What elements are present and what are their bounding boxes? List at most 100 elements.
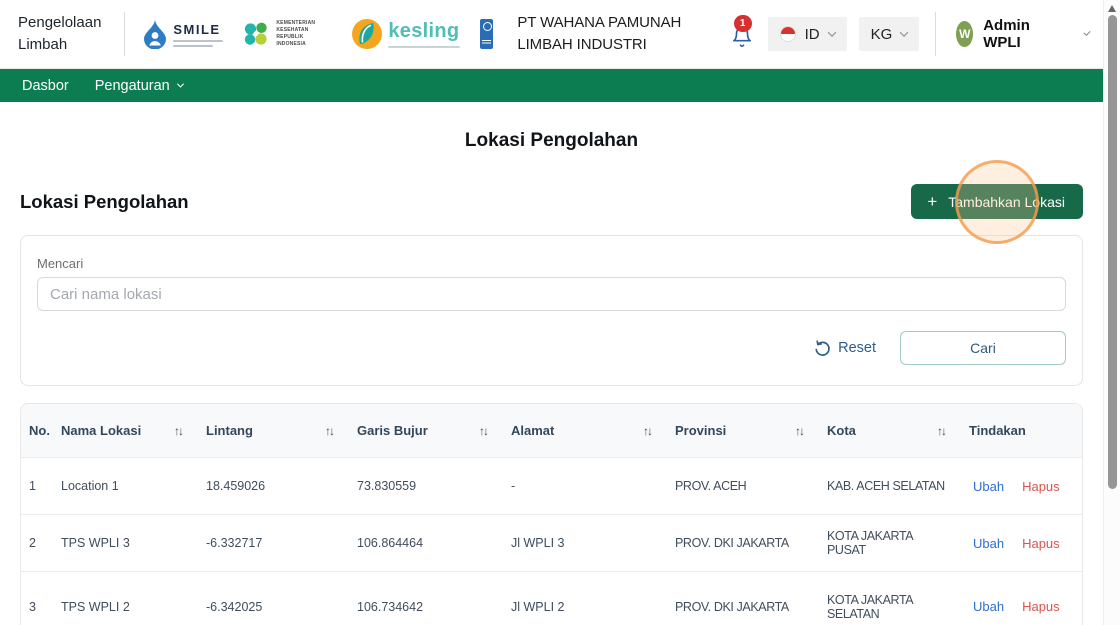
section-header-row: Lokasi Pengolahan + Tambahkan Lokasi [20, 159, 1083, 244]
partner-logos: SMILE KEMENTERIAN KESEHATAN REPUBLIK IND… [143, 19, 494, 49]
locations-table: No. Nama Lokasi ↑↓ Lintang ↑↓ Garis Buju… [20, 403, 1083, 625]
user-name: Admin WPLI [983, 17, 1030, 51]
cell-no: 2 [29, 536, 36, 550]
edit-link[interactable]: Ubah [973, 536, 1004, 551]
chevron-down-icon [827, 28, 836, 37]
smile-drop-icon [143, 19, 167, 49]
plus-icon: + [927, 192, 938, 211]
scrollbar-thumb[interactable] [1107, 15, 1117, 489]
kesling-logo: kesling [352, 19, 461, 49]
cell-kota: KOTA JAKARTA SELATAN [827, 592, 913, 621]
smile-tagline-2 [173, 44, 214, 47]
cell-garis-bujur: 106.864464 [357, 536, 424, 550]
kemenkes-clover-icon [243, 21, 270, 48]
main-navbar: Dasbor Pengaturan [0, 69, 1103, 102]
cell-alamat: Jl WPLI 3 [511, 536, 565, 550]
col-lintang[interactable]: Lintang ↑↓ [206, 423, 357, 438]
cell-nama-lokasi: Location 1 [61, 479, 119, 493]
notification-badge: 1 [733, 15, 752, 32]
vertical-scrollbar[interactable] [1103, 0, 1120, 625]
table-row: 1 Location 1 18.459026 73.830559 - PROV.… [21, 457, 1082, 514]
table-row: 2 TPS WPLI 3 -6.332717 106.864464 Jl WPL… [21, 514, 1082, 571]
unit-select[interactable]: KG [858, 17, 920, 51]
top-header: Pengelolaan Limbah SMILE KEMENTERIAN KES… [0, 0, 1103, 69]
cell-nama-lokasi: TPS WPLI 2 [61, 599, 130, 614]
chevron-down-icon [900, 28, 909, 37]
search-panel: Mencari Reset Cari [20, 235, 1083, 386]
language-select[interactable]: ID [767, 17, 847, 51]
refresh-icon [814, 339, 831, 357]
notifications-button[interactable]: 1 [728, 15, 756, 49]
company-name: PT WAHANA PAMUNAH LIMBAH INDUSTRI [517, 13, 682, 54]
cell-tindakan: Ubah Hapus [969, 536, 1082, 551]
kemenkes-wordmark: KEMENTERIAN KESEHATAN REPUBLIK INDONESIA [276, 19, 316, 48]
scroll-up-arrow-icon[interactable] [1108, 5, 1116, 12]
chevron-down-icon [176, 80, 184, 88]
cell-provinsi: PROV. DKI JAKARTA [675, 536, 789, 550]
cell-lintang: 18.459026 [206, 479, 266, 493]
page-title: Lokasi Pengolahan [464, 130, 639, 151]
edit-link[interactable]: Ubah [973, 479, 1004, 494]
cell-alamat: Jl WPLI 2 [511, 599, 565, 614]
indonesia-flag-icon [779, 26, 796, 42]
search-actions: Reset Cari [37, 331, 1066, 365]
header-divider-2 [935, 12, 937, 56]
reset-button[interactable]: Reset [814, 339, 876, 357]
table-header-row: No. Nama Lokasi ↑↓ Lintang ↑↓ Garis Buju… [21, 404, 1082, 457]
cell-lintang: -6.342025 [206, 599, 263, 614]
col-provinsi[interactable]: Provinsi ↑↓ [675, 423, 827, 438]
cell-kota: KAB. ACEH SELATAN [827, 479, 945, 493]
search-input[interactable] [37, 277, 1066, 311]
unit-code: KG [870, 25, 893, 43]
cell-nama-lokasi: TPS WPLI 3 [61, 536, 130, 550]
cell-garis-bujur: 106.734642 [357, 599, 424, 614]
nav-item-dasbor[interactable]: Dasbor [22, 78, 69, 94]
table-row: 3 TPS WPLI 2 -6.342025 106.734642 Jl WPL… [21, 571, 1082, 625]
sort-icon[interactable]: ↑↓ [174, 424, 184, 438]
smile-tagline [173, 39, 224, 42]
user-menu[interactable]: W Admin WPLI [956, 17, 1040, 51]
sort-icon[interactable]: ↑↓ [795, 424, 805, 438]
cell-provinsi: PROV. DKI JAKARTA [675, 599, 789, 614]
cell-kota: KOTA JAKARTA PUSAT [827, 529, 913, 557]
header-divider [124, 12, 126, 56]
sort-icon[interactable]: ↑↓ [325, 424, 335, 438]
sort-icon[interactable]: ↑↓ [643, 424, 653, 438]
smile-logo: SMILE [143, 19, 224, 49]
sort-icon[interactable]: ↑↓ [937, 424, 947, 438]
col-alamat[interactable]: Alamat ↑↓ [511, 423, 675, 438]
undp-logo [480, 19, 494, 49]
kesling-leaf-icon [352, 19, 383, 49]
cell-no: 3 [29, 599, 36, 614]
cell-lintang: -6.332717 [206, 536, 263, 550]
col-no: No. [29, 423, 50, 438]
app-page: Pengelolaan Limbah SMILE KEMENTERIAN KES… [0, 0, 1103, 625]
nav-item-pengaturan[interactable]: Pengaturan [95, 78, 184, 94]
kesling-tagline [388, 46, 461, 48]
delete-link[interactable]: Hapus [1022, 479, 1060, 494]
cell-alamat: - [511, 479, 516, 493]
kesling-wordmark: kesling [388, 20, 460, 42]
col-tindakan: Tindakan [969, 423, 1026, 438]
cell-garis-bujur: 73.830559 [357, 479, 417, 493]
section-title: Lokasi Pengolahan [20, 190, 189, 212]
delete-link[interactable]: Hapus [1022, 599, 1060, 614]
avatar: W [956, 21, 974, 47]
add-location-button[interactable]: + Tambahkan Lokasi [911, 159, 1083, 244]
app-title: Pengelolaan Limbah [18, 14, 102, 53]
col-garis-bujur[interactable]: Garis Bujur ↑↓ [357, 423, 511, 438]
sort-icon[interactable]: ↑↓ [479, 424, 489, 438]
cell-provinsi: PROV. ACEH [675, 479, 747, 493]
user-menu-chevron-icon[interactable] [1083, 28, 1091, 37]
language-code: ID [804, 25, 820, 43]
edit-link[interactable]: Ubah [973, 599, 1004, 614]
search-label: Mencari [37, 256, 84, 271]
cell-tindakan: Ubah Hapus [969, 479, 1082, 494]
cell-no: 1 [29, 479, 36, 493]
search-submit-button[interactable]: Cari [900, 331, 1066, 365]
kemenkes-logo: KEMENTERIAN KESEHATAN REPUBLIK INDONESIA [243, 20, 332, 49]
smile-wordmark: SMILE [173, 21, 221, 37]
col-kota[interactable]: Kota ↑↓ [827, 423, 969, 438]
delete-link[interactable]: Hapus [1022, 536, 1060, 551]
col-nama-lokasi[interactable]: Nama Lokasi ↑↓ [61, 423, 206, 438]
